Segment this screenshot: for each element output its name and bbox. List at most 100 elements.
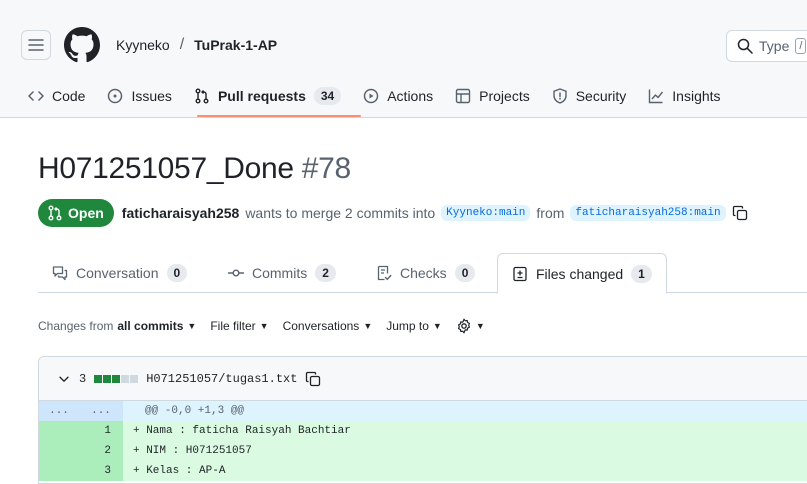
caret-down-icon: ▼ (187, 321, 197, 331)
line-number[interactable]: 1 (39, 421, 123, 441)
commits-dropdown[interactable]: Changes from all commits ▼ (38, 319, 196, 333)
pull-requests-count: 34 (313, 87, 342, 105)
conversations-label: Conversations (282, 319, 360, 333)
menu-button[interactable] (21, 30, 51, 60)
tab-projects-label: Projects (479, 88, 530, 104)
tab-insights-label: Insights (672, 88, 721, 104)
tab-insights[interactable]: Insights (648, 84, 721, 108)
tab-pull-requests-label: Pull requests (217, 88, 306, 104)
pr-merge-description: faticharaisyah258 wants to merge 2 commi… (122, 205, 748, 221)
caret-down-icon: ▼ (475, 321, 485, 331)
tab-conversation-label: Conversation (76, 265, 159, 281)
jump-to-dropdown[interactable]: Jump to ▼ (386, 319, 442, 333)
search-placeholder: Type (759, 38, 790, 54)
chevron-down-icon[interactable] (57, 372, 71, 386)
head-branch[interactable]: faticharaisyah258:main (570, 205, 726, 221)
tab-code[interactable]: Code (28, 84, 85, 108)
pr-meta-row: Open faticharaisyah258 wants to merge 2 … (38, 199, 748, 227)
tab-pull-requests[interactable]: Pull requests 34 (194, 84, 342, 108)
pr-number: #78 (301, 152, 351, 185)
repo-nav: Code Issues Pull requests 34 Actions Pro… (28, 84, 743, 108)
file-diff: 3 H071251057/tugas1.txt ... ... @@ -0,0 … (38, 356, 807, 484)
breadcrumb-separator: / (179, 36, 185, 53)
repo-header: Kyyneko / TuPrak-1-AP Type / Code Issues… (0, 0, 807, 118)
status-badge: Open (38, 199, 114, 227)
conversation-count: 0 (166, 264, 188, 282)
page-title: H071251057_Done #78 (38, 152, 351, 186)
all-commits-label: all commits (117, 319, 184, 333)
diff-line: 2 + NIM : H071251057 (39, 441, 807, 461)
settings-dropdown[interactable]: ▼ (456, 318, 485, 334)
repo-owner-link[interactable]: Kyyneko (116, 37, 170, 53)
github-logo-icon[interactable] (64, 27, 100, 63)
diffstat-block-neutral (130, 374, 139, 383)
tab-files-label: Files changed (536, 265, 624, 282)
diffstat-bar (94, 374, 139, 383)
graph-icon (649, 89, 664, 104)
breadcrumb: Kyyneko / TuPrak-1-AP (116, 36, 277, 54)
hamburger-icon (28, 39, 44, 51)
hunk-header: ... ... @@ -0,0 +1,3 @@ (39, 401, 807, 421)
issue-opened-icon (108, 88, 123, 104)
caret-down-icon: ▼ (259, 321, 269, 331)
tab-commits-label: Commits (252, 265, 308, 281)
tab-issues-label: Issues (131, 88, 172, 104)
tab-actions[interactable]: Actions (363, 84, 433, 108)
line-number[interactable]: 2 (39, 441, 123, 461)
author-link[interactable]: faticharaisyah258 (122, 205, 240, 221)
copy-icon[interactable] (732, 205, 748, 221)
file-change-count: 3 (79, 371, 87, 386)
jump-to-label: Jump to (386, 319, 429, 333)
file-filter-label: File filter (210, 319, 256, 333)
file-path[interactable]: H071251057/tugas1.txt (146, 372, 297, 386)
tab-projects[interactable]: Projects (455, 84, 530, 108)
expand-right[interactable]: ... (79, 401, 123, 421)
tab-files-changed[interactable]: Files changed 1 (497, 253, 667, 294)
copy-icon[interactable] (305, 371, 321, 387)
diffstat-block-added (94, 374, 103, 383)
shield-icon (553, 88, 567, 104)
tab-checks-label: Checks (400, 265, 447, 281)
diffstat-block-added (112, 374, 121, 383)
pr-tabs: Conversation 0 Commits 2 Checks 0 Files … (38, 253, 807, 294)
diff-toolbar: Changes from all commits ▼ File filter ▼… (38, 318, 485, 334)
file-diff-icon (513, 266, 527, 281)
search-input[interactable]: Type / (726, 30, 807, 62)
repo-name-link[interactable]: TuPrak-1-AP (194, 37, 277, 53)
from-text: from (536, 205, 565, 221)
line-number[interactable]: 3 (39, 461, 123, 481)
line-code: + Kelas : AP-A (133, 465, 226, 477)
status-badge-label: Open (68, 205, 104, 221)
play-icon (363, 88, 379, 104)
diffstat-block-added (103, 374, 112, 383)
expand-left[interactable]: ... (39, 401, 79, 421)
table-icon (455, 88, 471, 104)
git-pull-request-icon (195, 88, 209, 104)
diffstat-block-neutral (121, 374, 130, 383)
file-filter-dropdown[interactable]: File filter ▼ (210, 319, 268, 333)
tab-issues[interactable]: Issues (107, 84, 172, 108)
caret-down-icon: ▼ (363, 321, 373, 331)
tab-actions-label: Actions (387, 88, 434, 104)
checklist-icon (377, 265, 392, 281)
code-icon (28, 91, 44, 101)
conversations-dropdown[interactable]: Conversations ▼ (283, 319, 373, 333)
tab-checks[interactable]: Checks 0 (376, 253, 476, 293)
git-pull-request-icon (48, 205, 62, 221)
base-branch[interactable]: Kyyneko:main (441, 205, 531, 221)
tab-security-label: Security (575, 88, 627, 104)
gear-icon (457, 318, 470, 334)
tab-commits[interactable]: Commits 2 (228, 253, 336, 293)
tab-security[interactable]: Security (552, 84, 627, 108)
file-header: 3 H071251057/tugas1.txt (39, 357, 807, 401)
files-count: 1 (631, 264, 652, 283)
tab-code-label: Code (52, 88, 86, 104)
caret-down-icon: ▼ (432, 321, 442, 331)
tab-conversation[interactable]: Conversation 0 (52, 253, 188, 293)
changes-from-label: Changes from (38, 319, 114, 333)
pr-title-text: H071251057_Done (38, 152, 294, 185)
line-code: + NIM : H071251057 (133, 445, 252, 457)
selected-tab-underline (197, 115, 361, 117)
line-code: + Nama : faticha Raisyah Bachtiar (133, 425, 351, 437)
comment-discussion-icon (52, 266, 68, 281)
